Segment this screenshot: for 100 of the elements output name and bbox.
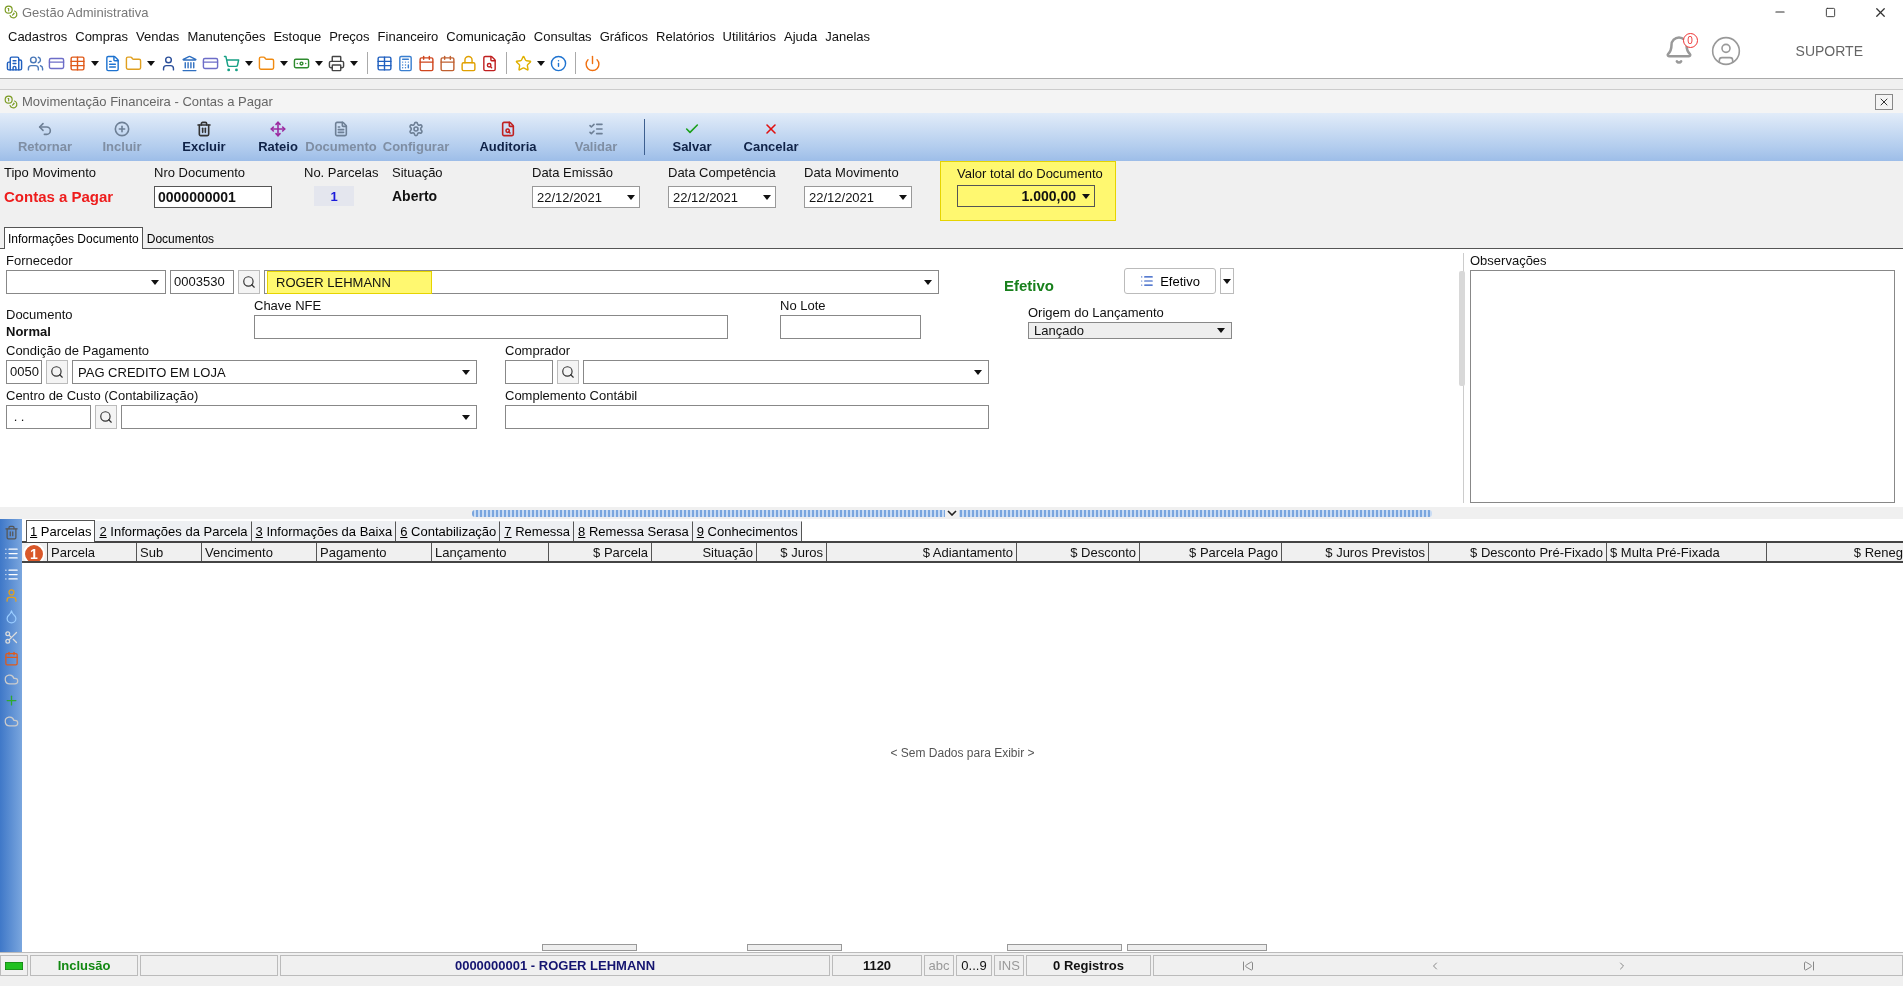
supplier-name-field[interactable]: ROGER LEHMANN xyxy=(264,270,939,294)
scroll-thumb[interactable] xyxy=(747,943,842,951)
column-header[interactable]: Vencimento xyxy=(202,543,317,561)
info-icon[interactable] xyxy=(550,54,567,72)
list-icon[interactable] xyxy=(3,567,19,582)
menu-item[interactable]: Gráficos xyxy=(597,28,655,44)
notes-field[interactable] xyxy=(1470,270,1895,503)
dropdown-button[interactable] xyxy=(1220,268,1234,294)
column-header[interactable]: Pagamento xyxy=(317,543,432,561)
tab[interactable]: 8 Remessa Serasa xyxy=(574,521,693,541)
menu-item[interactable]: Consultas xyxy=(531,28,598,44)
star-icon[interactable] xyxy=(515,54,532,72)
status-button[interactable]: Efetivo xyxy=(1124,268,1216,294)
document-icon[interactable] xyxy=(104,54,121,72)
table-icon[interactable] xyxy=(376,54,393,72)
scroll-thumb[interactable] xyxy=(1127,943,1267,951)
accounting-complement-field[interactable] xyxy=(505,405,989,429)
total-value-field[interactable]: 1.000,00 xyxy=(957,185,1095,207)
scroll-bar[interactable] xyxy=(1459,271,1465,386)
calculator-icon[interactable] xyxy=(397,54,414,72)
form-close-button[interactable] xyxy=(1875,93,1893,110)
menu-item[interactable]: Janelas xyxy=(823,28,877,44)
power-icon[interactable] xyxy=(584,54,601,72)
toolbar-button[interactable]: Auditoria xyxy=(458,113,558,161)
date-field[interactable]: 22/12/2021 xyxy=(668,186,776,208)
menu-item[interactable]: Ajuda xyxy=(782,28,824,44)
folder-icon[interactable] xyxy=(125,54,142,72)
folder-icon[interactable] xyxy=(258,54,275,72)
date-field[interactable]: 22/12/2021 xyxy=(532,186,640,208)
column-header[interactable]: Parcela xyxy=(48,543,137,561)
buyer-select[interactable] xyxy=(583,360,989,384)
cart-icon[interactable] xyxy=(223,54,240,72)
cost-center-select[interactable] xyxy=(121,405,477,429)
menu-item[interactable]: Estoque xyxy=(271,28,328,44)
column-header[interactable]: $ Adiantamento xyxy=(827,543,1017,561)
menu-item[interactable]: Cadastros xyxy=(6,28,74,44)
document-search-icon[interactable] xyxy=(481,54,498,72)
column-header[interactable]: $ Parcela Pago xyxy=(1140,543,1282,561)
calendar-icon[interactable] xyxy=(418,54,435,72)
column-header[interactable]: $ Juros Previstos xyxy=(1282,543,1429,561)
scissors-icon[interactable] xyxy=(3,630,19,645)
column-header[interactable]: Situação xyxy=(652,543,757,561)
column-header[interactable]: $ Reneg xyxy=(1767,543,1903,561)
menu-item[interactable]: Manutenções xyxy=(185,28,272,44)
calendar-icon[interactable] xyxy=(439,54,456,72)
printer-icon[interactable] xyxy=(328,54,345,72)
column-header[interactable]: $ Desconto Pré-Fixado xyxy=(1429,543,1607,561)
menu-item[interactable]: Compras xyxy=(73,28,134,44)
tab[interactable]: Documentos xyxy=(142,228,219,248)
buyer-code-field[interactable] xyxy=(505,360,553,384)
cloud-icon[interactable] xyxy=(3,714,19,729)
trash-icon[interactable] xyxy=(3,525,19,540)
search-button[interactable] xyxy=(46,360,68,384)
tab[interactable]: 6 Contabilização xyxy=(396,521,501,541)
origin-select[interactable]: Lançado xyxy=(1028,322,1232,339)
menu-item[interactable]: Vendas xyxy=(134,28,186,44)
toolbar-button[interactable]: Cancelar xyxy=(729,113,813,161)
tab[interactable]: 9 Conhecimentos xyxy=(692,521,802,541)
search-button[interactable] xyxy=(95,405,117,429)
search-button[interactable] xyxy=(238,270,260,294)
lot-number-field[interactable] xyxy=(780,315,921,339)
column-header[interactable]: $ Multa Pré-Fixada xyxy=(1607,543,1767,561)
search-button[interactable] xyxy=(557,360,579,384)
table-icon[interactable] xyxy=(69,54,86,72)
tab[interactable]: Informações Documento xyxy=(4,227,143,249)
cost-center-field[interactable]: . . xyxy=(6,405,91,429)
dropdown-field[interactable] xyxy=(6,270,166,294)
bank-icon[interactable] xyxy=(181,54,198,72)
nfe-key-field[interactable] xyxy=(254,315,728,339)
cloud-icon[interactable] xyxy=(3,672,19,687)
list-icon[interactable] xyxy=(3,546,19,561)
maximize-icon[interactable] xyxy=(1824,6,1836,18)
scroll-thumb[interactable] xyxy=(1007,943,1122,951)
tab[interactable]: 2 Informações da Parcela xyxy=(95,521,252,541)
column-header[interactable]: $ Juros xyxy=(757,543,827,561)
tab[interactable]: 1 Parcelas xyxy=(26,520,96,542)
toolbar-button[interactable]: Excluir xyxy=(160,113,248,161)
toolbar-button[interactable]: Salvar xyxy=(655,113,729,161)
tab[interactable]: 7 Remessa xyxy=(500,521,575,541)
menu-item[interactable]: Financeiro xyxy=(375,28,445,44)
payment-condition-select[interactable]: PAG CREDITO EM LOJA xyxy=(72,360,477,384)
column-header[interactable]: $ Parcela xyxy=(549,543,652,561)
menu-item[interactable]: Relatórios xyxy=(654,28,721,44)
document-number-field[interactable]: 0000000001 xyxy=(154,186,272,208)
column-header[interactable]: $ Desconto xyxy=(1017,543,1140,561)
supplier-code-field[interactable]: 0003530 xyxy=(170,270,234,294)
date-field[interactable]: 22/12/2021 xyxy=(804,186,912,208)
building-icon[interactable] xyxy=(6,54,23,72)
menu-item[interactable]: Comunicação xyxy=(444,28,532,44)
people-icon[interactable] xyxy=(27,54,44,72)
column-header[interactable]: Sub xyxy=(137,543,202,561)
tab[interactable]: 3 Informações da Baixa xyxy=(251,521,397,541)
drop-icon[interactable] xyxy=(3,609,19,624)
scroll-thumb[interactable] xyxy=(542,943,637,951)
user-avatar-icon[interactable] xyxy=(1709,35,1742,67)
splitter-handle[interactable] xyxy=(471,509,1432,517)
menu-item[interactable]: Utilitários xyxy=(720,28,783,44)
person-icon[interactable] xyxy=(160,54,177,72)
payment-code-field[interactable]: 0050 xyxy=(6,360,42,384)
column-header[interactable]: Lançamento xyxy=(432,543,549,561)
